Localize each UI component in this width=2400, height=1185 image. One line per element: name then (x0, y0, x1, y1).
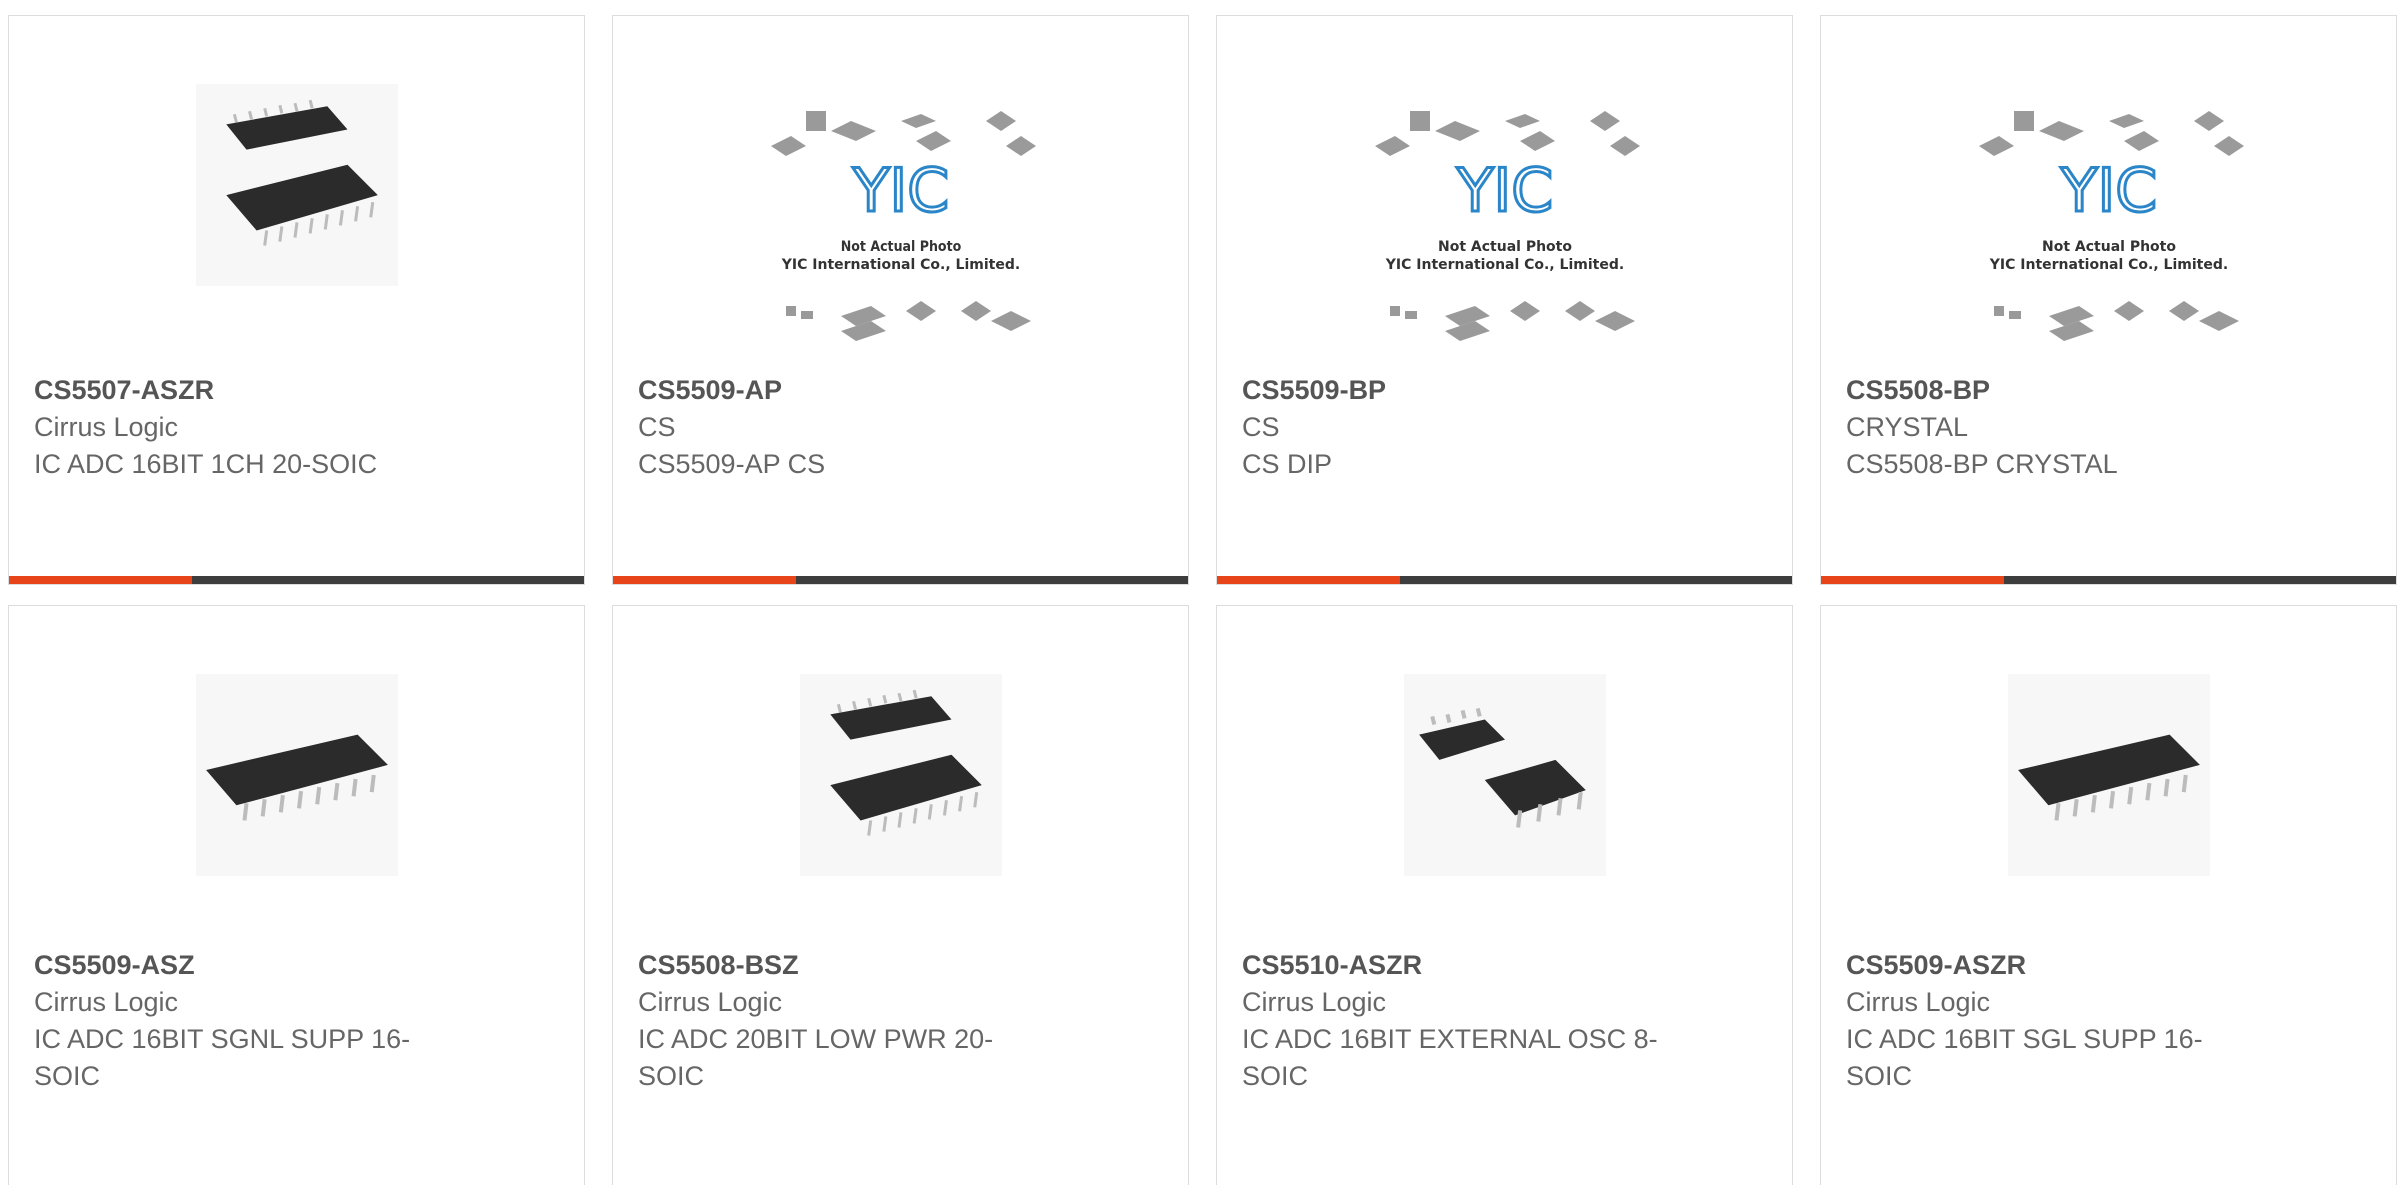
part-number[interactable]: CS5509-BP (1242, 371, 1752, 409)
manufacturer: Cirrus Logic (34, 412, 179, 442)
card-accent-bar-highlight (1821, 576, 2004, 584)
description: CS5508-BP CRYSTAL (1846, 449, 2118, 479)
product-card[interactable]: CS5510-ASZR Cirrus Logic IC ADC 16BIT EX… (1216, 605, 1793, 1185)
product-card[interactable]: CS5507-ASZR Cirrus Logic IC ADC 16BIT 1C… (8, 15, 585, 585)
product-card[interactable]: CS5509-ASZR Cirrus Logic IC ADC 16BIT SG… (1820, 605, 2397, 1185)
part-number[interactable]: CS5508-BSZ (638, 946, 1148, 984)
placeholder-line-2: YIC International Co., Limited. (1384, 257, 1623, 273)
part-number[interactable]: CS5509-ASZR (1846, 946, 2356, 984)
description: CS5509-AP CS (638, 449, 826, 479)
yic-logo: YIC (851, 156, 948, 226)
card-accent-bar (1821, 576, 2396, 584)
product-image-soic-16[interactable] (2007, 674, 2210, 876)
placeholder-line-1: Not Actual Photo (2042, 239, 2176, 255)
placeholder-line-2: YIC International Co., Limited. (1988, 257, 2227, 273)
card-accent-bar-highlight (1217, 576, 1400, 584)
description: IC ADC 16BIT SGNL SUPP 16-SOIC (34, 1024, 411, 1091)
product-image-soic-20[interactable] (799, 674, 1002, 876)
description: CS DIP (1242, 449, 1333, 479)
manufacturer: CS (638, 412, 676, 442)
part-number[interactable]: CS5510-ASZR (1242, 946, 1752, 984)
product-card[interactable]: YIC Not Actual Photo YIC International C… (1216, 15, 1793, 585)
manufacturer: Cirrus Logic (1242, 987, 1387, 1017)
product-card[interactable]: YIC Not Actual Photo YIC International C… (1820, 15, 2397, 585)
card-accent-bar (613, 576, 1188, 584)
card-accent-bar (1217, 576, 1792, 584)
manufacturer: Cirrus Logic (638, 987, 783, 1017)
description: IC ADC 16BIT 1CH 20-SOIC (34, 449, 378, 479)
product-card[interactable]: YIC Not Actual Photo YIC International C… (612, 15, 1189, 585)
manufacturer: CS (1242, 412, 1280, 442)
card-accent-bar-highlight (9, 576, 192, 584)
placeholder-line-1: Not Actual Photo (840, 239, 961, 255)
manufacturer: CRYSTAL (1846, 412, 1969, 442)
manufacturer: Cirrus Logic (34, 987, 179, 1017)
placeholder-image[interactable]: YIC Not Actual Photo YIC International C… (1370, 106, 1640, 356)
description: IC ADC 16BIT EXTERNAL OSC 8-SOIC (1242, 1024, 1658, 1091)
part-number[interactable]: CS5509-ASZ (34, 946, 544, 984)
product-image-soic-20[interactable] (195, 84, 398, 286)
card-accent-bar-highlight (613, 576, 796, 584)
product-image-soic-16[interactable] (195, 674, 398, 876)
manufacturer: Cirrus Logic (1846, 987, 1991, 1017)
yic-logo: YIC (1455, 156, 1552, 226)
part-number[interactable]: CS5507-ASZR (34, 371, 544, 409)
product-card[interactable]: CS5508-BSZ Cirrus Logic IC ADC 20BIT LOW… (612, 605, 1189, 1185)
card-accent-bar (9, 576, 584, 584)
placeholder-line-2: YIC International Co., Limited. (780, 257, 1019, 273)
placeholder-line-1: Not Actual Photo (1438, 239, 1572, 255)
description: IC ADC 20BIT LOW PWR 20-SOIC (638, 1024, 994, 1091)
part-number[interactable]: CS5508-BP (1846, 371, 2356, 409)
placeholder-image[interactable]: YIC Not Actual Photo YIC International C… (1974, 106, 2244, 356)
product-image-soic-8[interactable] (1403, 674, 1606, 876)
part-number[interactable]: CS5509-AP (638, 371, 1148, 409)
yic-logo: YIC (2059, 156, 2156, 226)
placeholder-image[interactable]: YIC Not Actual Photo YIC International C… (766, 106, 1036, 356)
description: IC ADC 16BIT SGL SUPP 16-SOIC (1846, 1024, 2203, 1091)
product-card[interactable]: CS5509-ASZ Cirrus Logic IC ADC 16BIT SGN… (8, 605, 585, 1185)
